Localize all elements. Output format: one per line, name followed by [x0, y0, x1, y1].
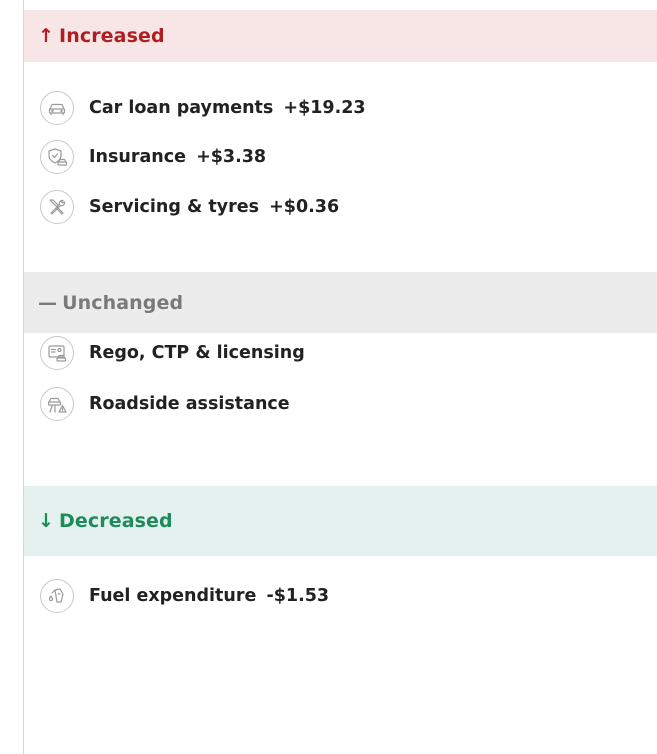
arrow-up-icon: ↑ — [38, 25, 55, 47]
list-item-rego: Rego, CTP & licensing — [40, 335, 305, 371]
item-label: Insurance — [89, 147, 186, 167]
section-header-decreased: ↓ Decreased — [24, 486, 657, 556]
roadside-warning-icon — [40, 387, 74, 421]
tools-icon — [40, 190, 74, 224]
item-label: Car loan payments — [89, 98, 274, 118]
section-title: Decreased — [59, 510, 173, 532]
section-header-increased: ↑ Increased — [24, 10, 657, 62]
left-divider — [23, 0, 24, 754]
item-delta: -$1.53 — [266, 586, 330, 606]
list-item-car-loan: Car loan payments +$19.23 — [40, 90, 366, 126]
car-icon — [40, 91, 74, 125]
fuel-pump-icon — [40, 579, 74, 613]
item-label: Servicing & tyres — [89, 197, 260, 217]
item-delta: +$19.23 — [283, 98, 366, 118]
item-delta: +$0.36 — [269, 197, 340, 217]
item-label: Roadside assistance — [89, 394, 290, 414]
item-delta: +$3.38 — [196, 147, 267, 167]
list-item-servicing: Servicing & tyres +$0.36 — [40, 189, 339, 225]
list-item-roadside: Roadside assistance — [40, 386, 290, 422]
section-header-unchanged: — Unchanged — [24, 272, 657, 333]
insurance-shield-icon — [40, 140, 74, 174]
list-item-fuel: Fuel expenditure -$1.53 — [40, 578, 329, 614]
arrow-down-icon: ↓ — [38, 510, 55, 532]
section-title: Increased — [59, 25, 165, 47]
item-label: Fuel expenditure — [89, 586, 257, 606]
section-title: Unchanged — [62, 291, 184, 314]
licence-card-icon — [40, 336, 74, 370]
list-item-insurance: Insurance +$3.38 — [40, 139, 266, 175]
dash-icon: — — [38, 291, 58, 314]
item-label: Rego, CTP & licensing — [89, 343, 305, 363]
